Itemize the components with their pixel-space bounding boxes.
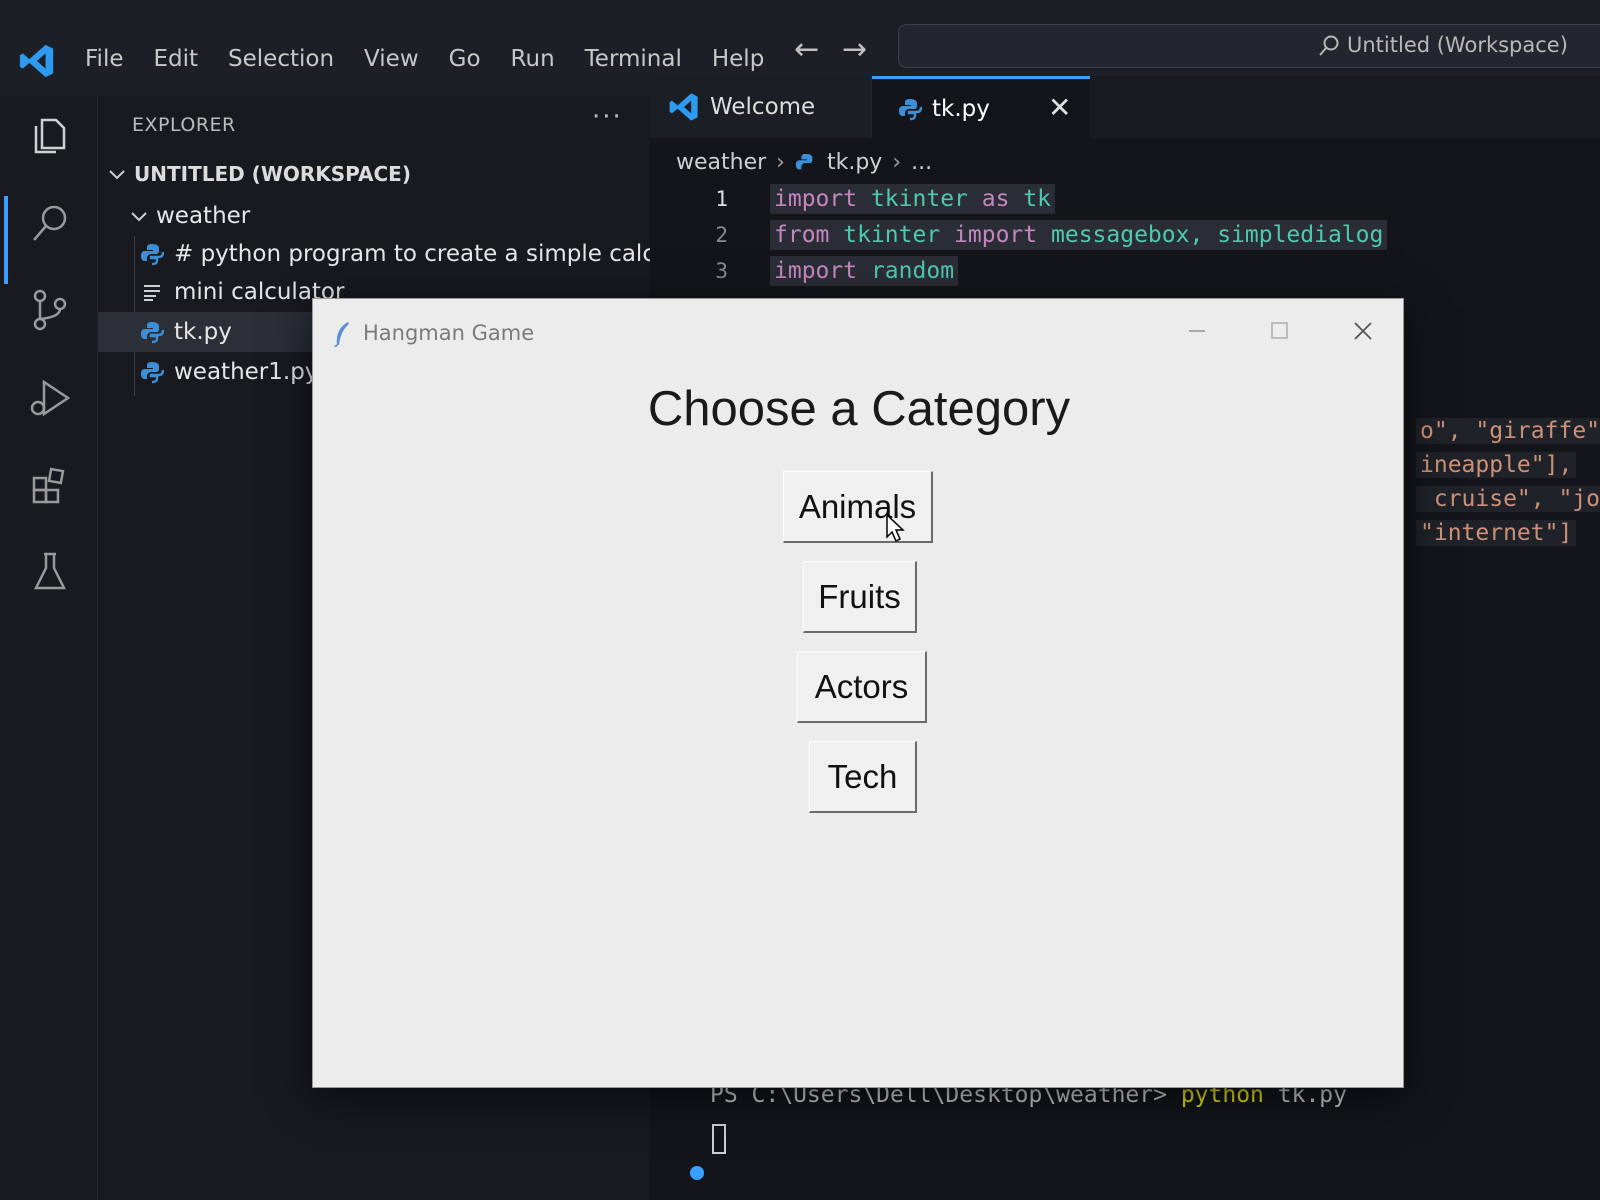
vscode-logo-icon xyxy=(19,44,54,78)
code-fragment: "internet"] xyxy=(1416,520,1577,546)
run-debug-icon[interactable] xyxy=(26,374,74,422)
command-center-search[interactable]: Untitled (Workspace) xyxy=(898,24,1600,68)
tab-bar: Welcome tk.py ✕ xyxy=(650,76,1600,138)
extensions-icon[interactable] xyxy=(26,462,74,510)
search-icon xyxy=(1319,35,1339,56)
breadcrumb-folder[interactable]: weather xyxy=(676,150,766,175)
tab-label: Welcome xyxy=(710,94,816,120)
python-icon xyxy=(141,244,164,266)
code-text: import tkinter as tk xyxy=(770,184,1056,214)
text-file-icon xyxy=(144,285,160,301)
code-line-2[interactable]: 2 from tkinter import messagebox, simple… xyxy=(650,218,1388,252)
workspace-header[interactable]: UNTITLED (WORKSPACE) xyxy=(98,154,650,194)
chevron-right-icon: › xyxy=(776,150,785,175)
menu-selection[interactable]: Selection xyxy=(213,40,349,78)
python-icon xyxy=(899,98,922,120)
actors-button[interactable]: Actors xyxy=(797,651,927,723)
terminal-status-dot xyxy=(690,1166,704,1180)
tech-button[interactable]: Tech xyxy=(809,741,917,813)
testing-flask-icon[interactable] xyxy=(26,548,74,596)
menu-edit[interactable]: Edit xyxy=(139,40,214,78)
menu-go[interactable]: Go xyxy=(434,40,496,78)
vscode-icon xyxy=(669,93,698,121)
file-label: # python program to create a simple calc… xyxy=(174,241,691,267)
fruits-button[interactable]: Fruits xyxy=(803,561,917,633)
forward-arrow-icon[interactable]: → xyxy=(842,32,867,67)
file-label: weather1.py xyxy=(174,359,319,385)
menu-view[interactable]: View xyxy=(349,40,434,78)
tab-label: tk.py xyxy=(932,95,990,122)
menu-bar: File Edit Selection View Go Run Terminal… xyxy=(70,40,779,78)
chevron-right-icon: › xyxy=(892,150,902,175)
active-indicator xyxy=(4,196,8,284)
python-icon xyxy=(141,362,164,384)
activity-bar xyxy=(0,96,98,1200)
code-text: import random xyxy=(770,256,959,286)
back-arrow-icon[interactable]: ← xyxy=(794,32,819,67)
hangman-game-window: Hangman Game Choose a Category Animals F… xyxy=(312,298,1404,1088)
menu-terminal[interactable]: Terminal xyxy=(570,40,697,78)
animals-button[interactable]: Animals xyxy=(783,471,933,543)
close-icon[interactable] xyxy=(1343,313,1383,349)
menu-file[interactable]: File xyxy=(70,40,139,78)
code-fragment: ineapple"], xyxy=(1416,452,1577,478)
line-number: 1 xyxy=(715,187,728,211)
menu-help[interactable]: Help xyxy=(697,40,779,78)
terminal-cursor xyxy=(712,1124,726,1154)
file-label: tk.py xyxy=(174,319,232,345)
file-item-calc[interactable]: # python program to create a simple calc… xyxy=(98,234,691,274)
code-text: from tkinter import messagebox, simpledi… xyxy=(770,220,1388,250)
category-heading: Choose a Category xyxy=(647,382,1071,436)
more-actions-icon[interactable]: ··· xyxy=(592,102,623,132)
folder-weather[interactable]: weather xyxy=(98,196,650,236)
folder-label: weather xyxy=(156,203,251,229)
mouse-pointer-icon xyxy=(886,513,905,543)
explorer-title: EXPLORER xyxy=(132,114,236,136)
tab-tk-py[interactable]: tk.py ✕ xyxy=(872,76,1090,138)
line-number: 3 xyxy=(715,259,728,283)
python-icon xyxy=(795,153,813,169)
menu-run[interactable]: Run xyxy=(496,40,570,78)
source-control-icon[interactable] xyxy=(26,286,74,334)
code-fragment: o", "giraffe"] xyxy=(1416,418,1600,444)
code-fragment: cruise", "job xyxy=(1416,486,1600,512)
tab-welcome[interactable]: Welcome xyxy=(650,76,872,138)
minimize-icon[interactable] xyxy=(1177,313,1217,349)
workspace-label: UNTITLED (WORKSPACE) xyxy=(134,162,411,186)
breadcrumb-more[interactable]: ... xyxy=(911,150,932,175)
close-tab-icon[interactable]: ✕ xyxy=(1048,91,1071,124)
chevron-down-icon xyxy=(109,170,125,180)
code-line-3[interactable]: 3 import random xyxy=(650,254,959,288)
code-line-1[interactable]: 1 import tkinter as tk xyxy=(650,182,1056,216)
tk-feather-icon xyxy=(334,322,349,347)
command-center-label: Untitled (Workspace) xyxy=(1347,33,1568,57)
breadcrumb-file[interactable]: tk.py xyxy=(827,150,882,175)
chevron-down-icon xyxy=(131,212,147,222)
breadcrumb: weather › tk.py › ... xyxy=(676,150,932,175)
line-number: 2 xyxy=(715,223,728,247)
window-titlebar[interactable]: Hangman Game xyxy=(313,299,1403,363)
explorer-files-icon[interactable] xyxy=(26,112,74,160)
window-title: Hangman Game xyxy=(363,321,535,345)
maximize-icon[interactable] xyxy=(1259,313,1299,349)
python-icon xyxy=(141,322,164,344)
search-icon[interactable] xyxy=(26,200,74,248)
